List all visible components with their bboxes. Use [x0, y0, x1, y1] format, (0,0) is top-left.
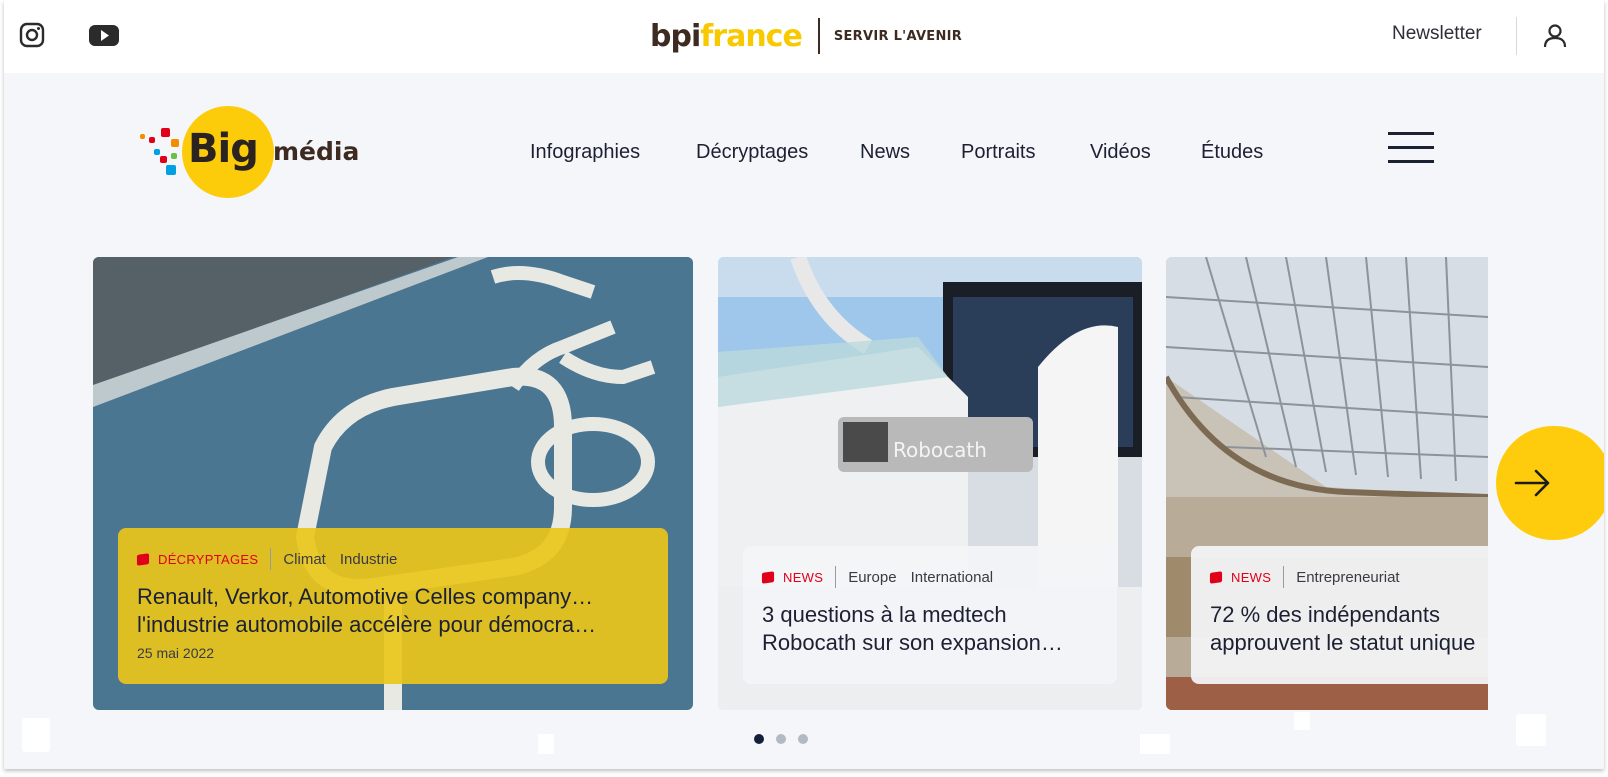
card-tags: NEWS Europe International: [761, 565, 1098, 589]
logo-pixel: [161, 128, 170, 137]
card-title-line: Renault, Verkor, Automotive Celles compa…: [137, 584, 594, 609]
logo-pixel: [166, 165, 176, 175]
nav-item-infographies[interactable]: Infographies: [530, 141, 640, 164]
instagram-icon[interactable]: [18, 21, 46, 49]
decorative-fragment: [1516, 714, 1546, 746]
menu-icon[interactable]: [1388, 132, 1434, 164]
brand-divider: [817, 18, 820, 54]
tag-link[interactable]: International: [911, 569, 994, 586]
card-title-line: Robocath sur son expansion…: [762, 630, 1063, 655]
card-title-line: 72 % des indépendants: [1210, 602, 1440, 627]
carousel-next-button[interactable]: [1496, 426, 1604, 540]
tag-link[interactable]: Climat: [283, 551, 326, 568]
article-card[interactable]: Robocath NEWS Europe International 3 que…: [718, 257, 1142, 710]
category-link[interactable]: DÉCRYPTAGES: [158, 552, 258, 567]
brand-bpi: bpi: [650, 18, 701, 54]
carousel-dot[interactable]: [798, 734, 808, 744]
card-tags: NEWS Entrepreneuriat: [1209, 565, 1488, 589]
logo-pixel: [140, 134, 145, 139]
user-icon[interactable]: [1542, 22, 1568, 50]
brand-france: france: [700, 18, 803, 54]
brand-tagline: SERVIR L'AVENIR: [833, 28, 963, 44]
device-label: Robocath: [893, 438, 987, 462]
arrow-right-icon: [1514, 469, 1550, 497]
menu-icon-bar: [1388, 146, 1434, 149]
nav-item-portraits[interactable]: Portraits: [961, 141, 1035, 164]
decorative-fragment: [1294, 712, 1310, 730]
carousel-dot-active[interactable]: [754, 734, 764, 744]
card-overlay: DÉCRYPTAGES Climat Industrie Renault, Ve…: [118, 528, 668, 684]
category-icon: [761, 570, 775, 584]
category-icon: [136, 552, 150, 566]
logo-pixel: [171, 153, 177, 159]
newsletter-link[interactable]: Newsletter: [1392, 23, 1482, 45]
big-media-logo[interactable]: Big média: [140, 104, 370, 200]
page: bpi france SERVIR L'AVENIR Newsletter Bi…: [4, 0, 1604, 769]
tag-link[interactable]: Europe: [848, 569, 896, 586]
nav-item-news[interactable]: News: [860, 141, 910, 164]
logo-media-text: média: [273, 137, 360, 166]
tag-link[interactable]: Entrepreneuriat: [1296, 569, 1399, 586]
card-title-line: 3 questions à la medtech: [762, 602, 1007, 627]
card-date: 25 mai 2022: [137, 645, 215, 661]
category-icon: [1209, 570, 1223, 584]
card-overlay: NEWS Europe International 3 questions à …: [743, 546, 1117, 684]
nav-item-videos[interactable]: Vidéos: [1090, 141, 1151, 164]
logo-pixel: [149, 137, 155, 143]
article-card[interactable]: DÉCRYPTAGES Climat Industrie Renault, Ve…: [93, 257, 693, 710]
card-title[interactable]: Renault, Verkor, Automotive Celles compa…: [137, 583, 649, 639]
category-link[interactable]: NEWS: [783, 570, 823, 585]
bpifrance-logo[interactable]: bpi france SERVIR L'AVENIR: [650, 14, 962, 58]
card-title[interactable]: 3 questions à la medtech Robocath sur so…: [762, 601, 1098, 657]
card-title-line: approuvent le statut unique: [1210, 630, 1476, 655]
tag-divider: [270, 548, 272, 570]
header-divider: [1516, 17, 1517, 55]
logo-pixel: [171, 139, 179, 147]
decorative-fragment: [1140, 734, 1170, 754]
article-card[interactable]: NEWS Entrepreneuriat 72 % des indépendan…: [1166, 257, 1488, 710]
logo-pixel: [154, 149, 160, 155]
decorative-fragment: [538, 734, 554, 754]
card-title-line: l'industrie automobile accélère pour dém…: [137, 612, 597, 637]
tag-divider: [835, 566, 837, 588]
tag-link[interactable]: Industrie: [340, 551, 398, 568]
top-bar: bpi france SERVIR L'AVENIR Newsletter: [4, 0, 1604, 73]
carousel-dot[interactable]: [776, 734, 786, 744]
nav-item-decryptages[interactable]: Décryptages: [696, 141, 808, 164]
card-overlay: NEWS Entrepreneuriat 72 % des indépendan…: [1191, 546, 1488, 684]
logo-big-text: Big: [188, 126, 259, 172]
tag-divider: [1283, 566, 1285, 588]
decorative-fragment: [22, 718, 50, 752]
card-title[interactable]: 72 % des indépendants approuvent le stat…: [1210, 601, 1488, 657]
nav-item-etudes[interactable]: Études: [1201, 141, 1263, 164]
youtube-icon[interactable]: [88, 21, 120, 49]
card-tags: DÉCRYPTAGES Climat Industrie: [136, 547, 649, 571]
category-link[interactable]: NEWS: [1231, 570, 1271, 585]
menu-icon-bar: [1388, 132, 1434, 135]
logo-pixel: [160, 156, 167, 163]
menu-icon-bar: [1388, 160, 1434, 163]
